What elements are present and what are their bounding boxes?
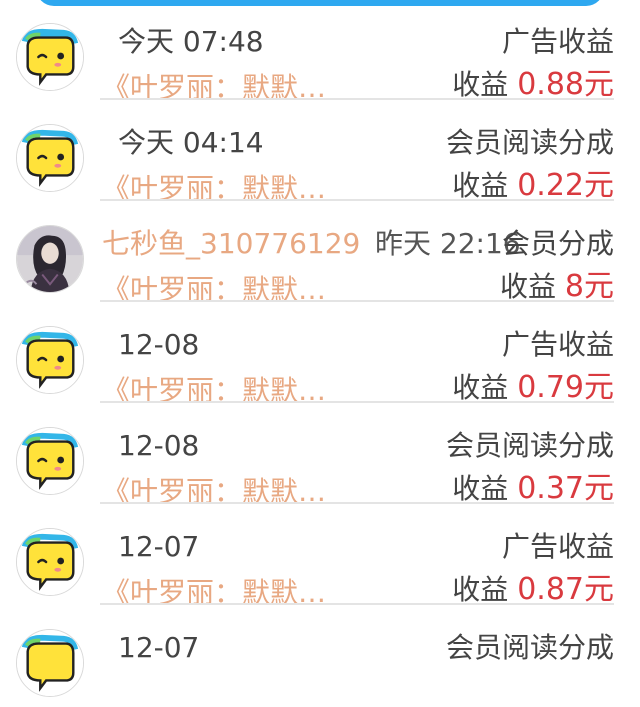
yellow-chat-avatar-icon [16,528,84,596]
row-divider [100,502,614,504]
earning-amount: 8元 [564,269,614,304]
earning-label: 收益 [499,270,556,303]
list-item[interactable]: 今天 07:48 广告收益 《叶罗丽：默默… 收益 0.88元 [0,0,640,104]
user-photo-avatar [16,225,84,293]
earning-label: 收益 [452,68,509,101]
row-divider [100,603,614,605]
list-item[interactable]: 12-07 广告收益 《叶罗丽：默默… 收益 0.87元 [0,505,640,609]
record-time: 12-07 [118,631,200,664]
record-time: 12-07 [118,530,200,563]
yellow-chat-avatar-icon [16,427,84,495]
record-time: 今天 07:48 [118,25,264,58]
row-divider [100,199,614,201]
row-divider [100,300,614,302]
earning-type: 广告收益 [501,25,614,58]
list-item[interactable]: 七秒鱼_310776129 昨天 22:16 会员分成 《叶罗丽：默默… 收益 … [0,202,640,306]
earning-type: 会员阅读分成 [445,126,614,159]
earning-label: 收益 [452,371,509,404]
earning-amount: 0.87元 [517,572,614,607]
earning-label: 收益 [452,573,509,606]
earning-amount: 0.88元 [517,67,614,102]
earning-type: 广告收益 [501,530,614,563]
earning-amount: 0.37元 [517,471,614,506]
earning-amount: 0.79元 [517,370,614,405]
record-time: 12-08 [118,429,200,462]
yellow-chat-avatar-icon [16,124,84,192]
list-item[interactable]: 今天 04:14 会员阅读分成 《叶罗丽：默默… 收益 0.22元 [0,101,640,205]
earning-type: 广告收益 [501,328,614,361]
row-divider [100,401,614,403]
yellow-chat-avatar-icon [16,326,84,394]
record-time: 今天 04:14 [118,126,264,159]
earning-label: 收益 [452,472,509,505]
list-item[interactable]: 12-07 会员阅读分成 [0,606,640,707]
earning-type: 会员阅读分成 [445,429,614,462]
earnings-list: 今天 07:48 广告收益 《叶罗丽：默默… 收益 0.88元 今天 04:14… [0,0,640,697]
earning-type: 会员阅读分成 [445,631,614,664]
row-divider [100,98,614,100]
earning-type: 会员分成 [501,227,614,260]
list-item[interactable]: 12-08 广告收益 《叶罗丽：默默… 收益 0.79元 [0,303,640,407]
earning-amount: 0.22元 [517,168,614,203]
earning-label: 收益 [452,169,509,202]
list-item[interactable]: 12-08 会员阅读分成 《叶罗丽：默默… 收益 0.37元 [0,404,640,508]
yellow-chat-avatar-icon [16,23,84,91]
record-time: 昨天 22:16 [375,227,521,260]
user-name-link[interactable]: 七秒鱼_310776129 [102,226,360,262]
yellow-chat-avatar-icon [16,629,84,697]
record-time: 12-08 [118,328,200,361]
